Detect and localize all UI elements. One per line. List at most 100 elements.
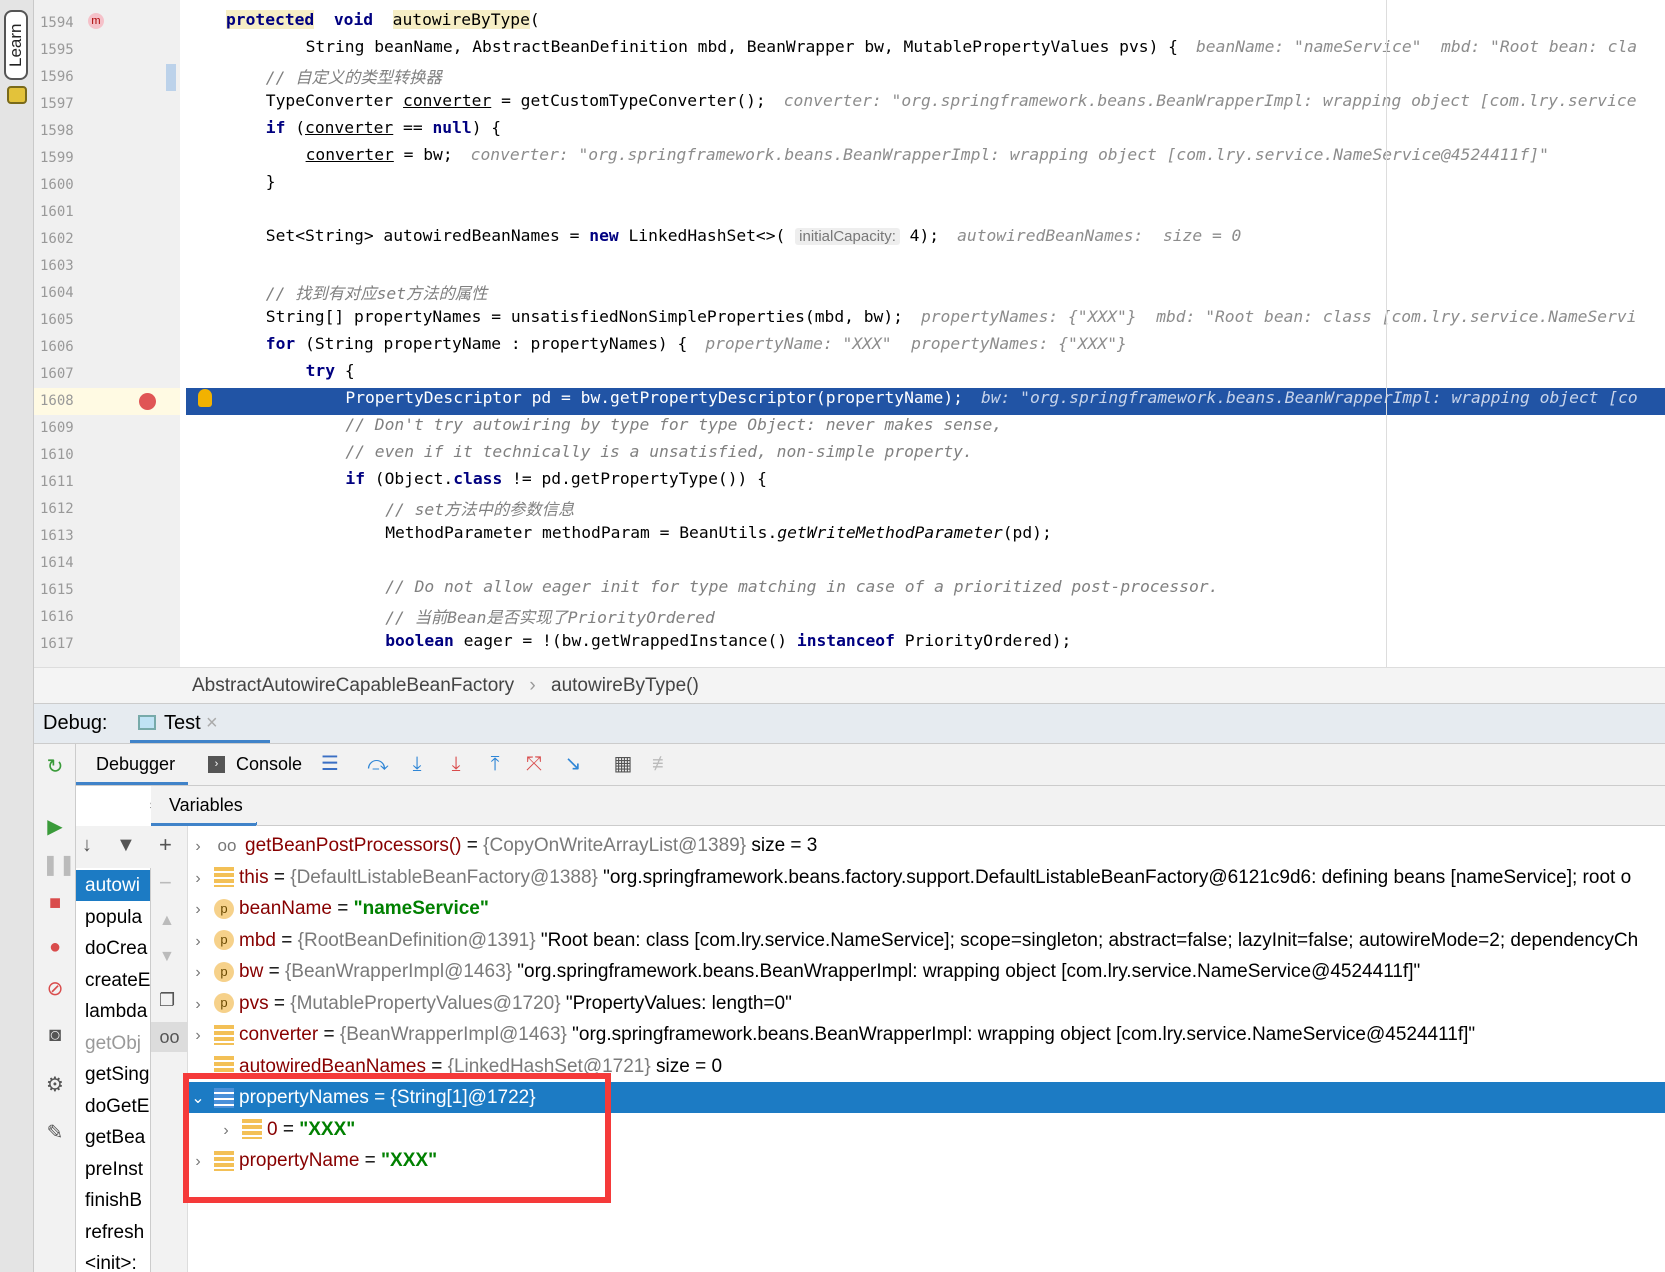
- settings-icon[interactable]: ⚙: [42, 1072, 68, 1097]
- code-token: {: [335, 361, 355, 380]
- variable-name: pvs: [239, 992, 269, 1014]
- code-keyword: class: [453, 469, 503, 488]
- close-tab-icon[interactable]: ×: [206, 712, 218, 735]
- pin-icon[interactable]: ✎: [42, 1120, 68, 1145]
- stack-frame[interactable]: getSing: [76, 1059, 150, 1090]
- breadcrumb-method[interactable]: autowireByType(): [551, 675, 699, 696]
- stack-frame[interactable]: getBea: [76, 1122, 150, 1153]
- run-to-cursor-icon[interactable]: ↘: [560, 752, 586, 776]
- camera-icon[interactable]: ◙: [42, 1024, 68, 1047]
- expand-icon[interactable]: ›: [188, 831, 208, 862]
- tab-debugger[interactable]: Debugger: [76, 744, 188, 785]
- stop-icon[interactable]: ■: [42, 892, 68, 915]
- variable-row[interactable]: › p mbd = {RootBeanDefinition@1391} "Root …: [188, 925, 1665, 956]
- frames-list: autowi popula doCrea createE lambda getObj get…: [76, 868, 151, 1272]
- method-icon: m: [88, 13, 104, 29]
- learn-tool-button[interactable]: Learn: [4, 10, 28, 80]
- variable-row[interactable]: › p pvs = {MutablePropertyValues@1720} "Pr…: [188, 988, 1665, 1019]
- code-token: ==: [393, 118, 433, 137]
- step-out-icon[interactable]: ⤒: [482, 752, 508, 776]
- parameter-icon: p: [214, 930, 234, 951]
- code-keyword: null: [432, 118, 472, 137]
- view-breakpoints-icon[interactable]: ●: [42, 936, 68, 959]
- code-comment: // 当前Bean是否实现了PriorityOrdered: [385, 608, 715, 627]
- code-line: String[] propertyNames = unsatisfiedNonS…: [266, 307, 1637, 334]
- stack-frame[interactable]: doGetE: [76, 1091, 150, 1122]
- line-number: 1602: [40, 231, 74, 247]
- inline-debug-value: converter: "org.springframework.beans.Be…: [783, 91, 1637, 110]
- stack-frame[interactable]: lambda: [76, 996, 150, 1027]
- rerun-icon[interactable]: ↻: [42, 754, 68, 779]
- stack-frame[interactable]: autowi: [76, 870, 150, 901]
- mute-breakpoints-icon[interactable]: ⊘: [42, 976, 68, 1001]
- debug-toolbar: Debugger › Console ☰ ⤼ ⤓ ⤓ ⤒ ⤧ ↘ ▦ ≢: [76, 744, 1665, 786]
- resume-icon[interactable]: ▶: [42, 814, 68, 839]
- stack-frame[interactable]: doCrea: [76, 933, 150, 964]
- equals-sign: =: [268, 866, 291, 888]
- drop-frame-icon[interactable]: ⤧: [521, 752, 547, 776]
- variable-row[interactable]: › p bw = {BeanWrapperImpl@1463} "org.sprin…: [188, 956, 1665, 987]
- code-token: != pd.getPropertyType()) {: [502, 469, 767, 488]
- code-token: (: [285, 118, 306, 137]
- line-number: 1601: [40, 204, 74, 220]
- equals-sign: =: [275, 929, 298, 951]
- code-line: converter = bw; converter: "org.springfra…: [306, 145, 1549, 172]
- run-config-icon: [138, 715, 156, 730]
- tab-console[interactable]: › Console: [208, 744, 304, 785]
- stack-frame[interactable]: getObj: [76, 1028, 150, 1059]
- stack-frame[interactable]: refresh: [76, 1217, 150, 1248]
- stack-frame[interactable]: <init>:: [76, 1248, 150, 1272]
- move-down-icon[interactable]: ▼: [159, 948, 175, 966]
- code-token: PriorityOrdered);: [894, 631, 1072, 650]
- add-watch-icon[interactable]: +: [159, 832, 172, 858]
- evaluate-expression-icon[interactable]: ▦: [610, 752, 636, 776]
- variable-row[interactable]: › oo getBeanPostProcessors() = {CopyOnWrit…: [188, 830, 1665, 861]
- variable-row[interactable]: › this = {DefaultListableBeanFactory@1388…: [188, 862, 1665, 893]
- code-token: MethodParameter methodParam = BeanUtils.: [385, 523, 778, 542]
- variable-row[interactable]: › converter = {BeanWrapperImpl@1463} "org…: [188, 1019, 1665, 1050]
- step-over-icon[interactable]: ⤼: [365, 752, 391, 776]
- stack-frame[interactable]: preInst: [76, 1154, 150, 1185]
- show-execution-point-icon[interactable]: ☰: [317, 752, 343, 776]
- line-number: 1596: [40, 69, 74, 85]
- down-arrow-icon[interactable]: ↓: [82, 834, 92, 857]
- expand-icon[interactable]: ›: [188, 894, 208, 925]
- remove-watch-icon[interactable]: −: [159, 870, 172, 896]
- code-line: // Do not allow eager init for type matc…: [385, 577, 1218, 604]
- code-token: LinkedHashSet<>(: [618, 226, 796, 245]
- variable-row[interactable]: › p beanName = "nameService": [188, 893, 1665, 924]
- pause-icon[interactable]: ❚❚: [42, 852, 76, 877]
- variables-side-toolbar: + − ▲ ▼ ❐ oo: [151, 826, 188, 1272]
- code-editor[interactable]: protected void autowireByType(String bea…: [180, 0, 1665, 667]
- intention-bulb-icon[interactable]: [198, 389, 212, 407]
- expand-icon[interactable]: ›: [188, 926, 208, 957]
- expand-icon[interactable]: ›: [188, 957, 208, 988]
- inline-debug-value: beanName: "nameService" mbd: "Root bean:…: [1195, 37, 1638, 56]
- debug-left-toolbar: ↻ ▶ ❚❚ ■ ● ⊘ ◙ ⚙ ✎: [34, 744, 76, 1272]
- breadcrumb-class[interactable]: AbstractAutowireCapableBeanFactory: [192, 675, 514, 696]
- trace-icon[interactable]: ≢: [649, 752, 675, 776]
- step-into-icon[interactable]: ⤓: [404, 752, 430, 776]
- equals-sign: =: [318, 1024, 340, 1045]
- variables-tree[interactable]: › oo getBeanPostProcessors() = {CopyOnWrit…: [188, 826, 1665, 1272]
- stack-frame[interactable]: popula: [76, 902, 150, 933]
- stack-frame[interactable]: createE: [76, 965, 150, 996]
- code-line: Set<String> autowiredBeanNames = new Lin…: [266, 226, 1241, 253]
- variable-reference: {DefaultListableBeanFactory@1388}: [290, 866, 598, 888]
- move-up-icon[interactable]: ▲: [159, 912, 175, 930]
- expand-icon[interactable]: ›: [188, 989, 208, 1020]
- expand-icon[interactable]: ›: [188, 1020, 208, 1051]
- watches-toggle-icon[interactable]: oo: [151, 1022, 188, 1052]
- tab-test[interactable]: Test ×: [130, 704, 270, 743]
- force-step-into-icon[interactable]: ⤓: [443, 752, 469, 776]
- code-line: // 找到有对应set方法的属性: [266, 280, 488, 307]
- filter-icon[interactable]: ▼: [116, 834, 136, 857]
- copy-icon[interactable]: ❐: [159, 990, 175, 1011]
- code-line: }: [266, 172, 276, 199]
- tab-variables-label-wrap[interactable]: Variables: [151, 786, 256, 826]
- breakpoint-icon[interactable]: [139, 393, 156, 410]
- stack-frame[interactable]: finishB: [76, 1185, 150, 1216]
- expand-icon[interactable]: ›: [188, 863, 208, 894]
- code-comment: // Don't try autowiring by type for type…: [345, 415, 1003, 434]
- variable-name: this: [239, 866, 269, 888]
